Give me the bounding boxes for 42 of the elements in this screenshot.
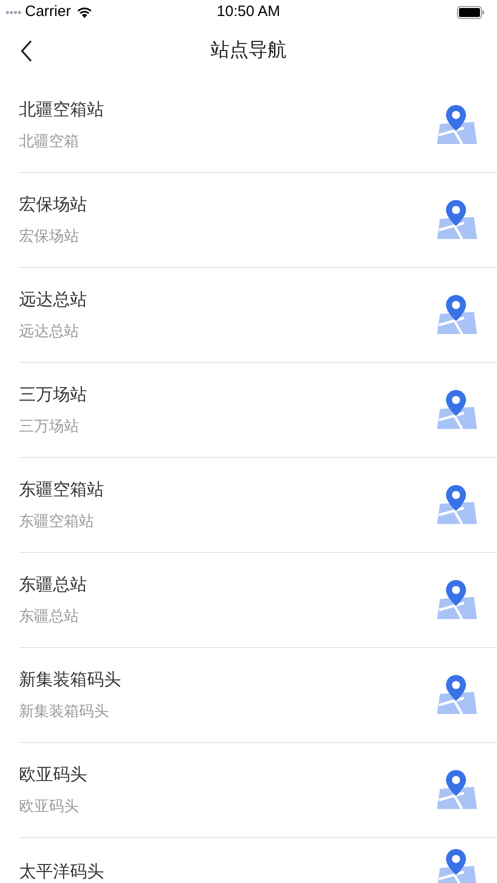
station-row[interactable]: 北疆空箱站 北疆空箱 (19, 78, 497, 173)
signal-icon (6, 10, 21, 14)
map-pin-icon (436, 484, 478, 526)
station-subtitle: 东疆空箱站 (19, 512, 95, 532)
clock-time: 10:50 AM (216, 2, 280, 22)
map-pin-icon (436, 104, 478, 146)
station-name: 三万场站 (19, 384, 88, 406)
carrier-name: Carrier (25, 2, 71, 22)
station-name: 东疆空箱站 (19, 479, 105, 501)
station-row[interactable]: 东疆空箱站 东疆空箱站 (19, 458, 497, 553)
station-subtitle: 北疆空箱 (19, 132, 80, 152)
station-row[interactable]: 欧亚码头 欧亚码头 (19, 743, 497, 838)
map-pin-icon (436, 674, 478, 716)
station-subtitle: 三万场站 (19, 417, 80, 437)
page-title: 站点导航 (210, 38, 286, 63)
station-row[interactable]: 太平洋码头 (19, 838, 497, 883)
station-name: 欧亚码头 (19, 764, 88, 786)
station-name: 宏保场站 (19, 194, 88, 216)
station-name: 远达总站 (19, 289, 88, 311)
station-name: 太平洋码头 (19, 861, 105, 883)
station-name: 北疆空箱站 (19, 99, 105, 121)
battery-icon (457, 6, 485, 18)
station-subtitle: 新集装箱码头 (19, 702, 110, 722)
station-row[interactable]: 三万场站 三万场站 (19, 363, 497, 458)
station-subtitle: 东疆总站 (19, 607, 80, 627)
station-row[interactable]: 宏保场站 宏保场站 (19, 173, 497, 268)
map-pin-icon (436, 294, 478, 336)
station-subtitle: 远达总站 (19, 322, 80, 342)
map-pin-icon (436, 389, 478, 431)
wifi-icon (76, 6, 93, 18)
station-name: 新集装箱码头 (19, 669, 122, 691)
map-pin-icon (436, 579, 478, 621)
map-pin-icon (436, 199, 478, 241)
station-subtitle: 欧亚码头 (19, 797, 80, 817)
back-icon (20, 40, 32, 62)
station-subtitle: 宏保场站 (19, 227, 80, 247)
map-pin-icon (436, 848, 478, 883)
station-row[interactable]: 东疆总站 东疆总站 (19, 553, 497, 648)
station-row[interactable]: 远达总站 远达总站 (19, 268, 497, 363)
station-row[interactable]: 新集装箱码头 新集装箱码头 (19, 648, 497, 743)
station-name: 东疆总站 (19, 574, 88, 596)
map-pin-icon (436, 769, 478, 811)
